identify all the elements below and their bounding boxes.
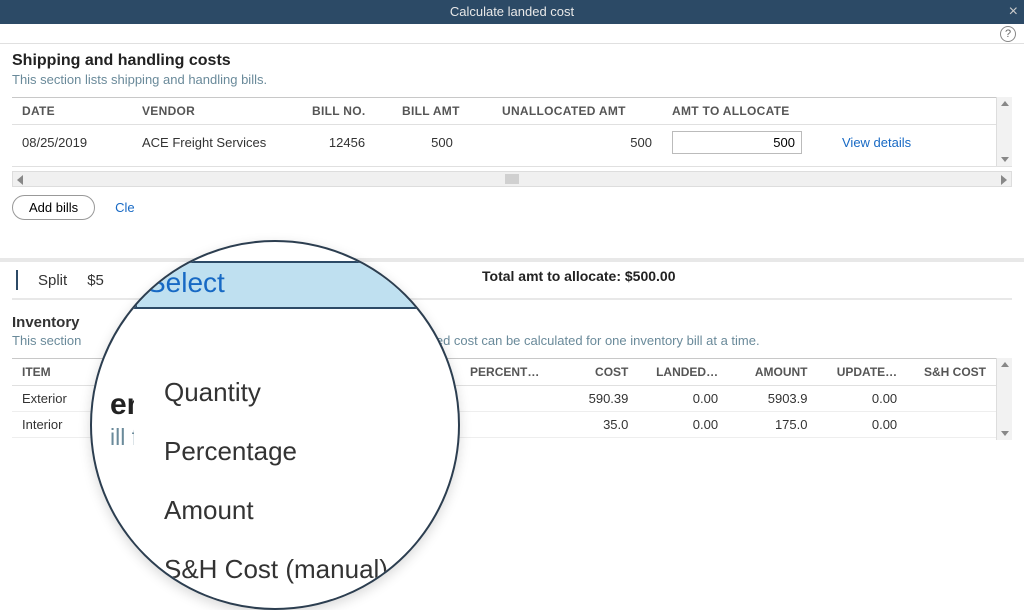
cell-landed: 0.00 [638,386,728,412]
col-vendor: VENDOR [132,98,302,125]
cell-billno: 12456 [302,125,392,161]
toolbar-row: ? [0,24,1024,44]
option-quantity[interactable]: Quantity [134,363,418,422]
option-percentage[interactable]: Percentage [134,422,418,481]
table-row[interactable]: 08/25/2019 ACE Freight Services 12456 50… [12,125,996,161]
cell-landed: 0.00 [638,412,728,438]
cell-update: 0.00 [818,412,908,438]
bills-table-container: DATE VENDOR BILL NO. BILL AMT UNALLOCATE… [12,97,1012,167]
split-label: Split [38,272,67,289]
col-landed: LANDED… [638,359,728,386]
vertical-scrollbar[interactable] [996,358,1012,440]
split-by-dropdown: Quantity Percentage Amount S&H Cost (man… [134,363,418,599]
split-by-select[interactable]: Select [134,261,418,309]
cell-cost: 35.0 [549,412,638,438]
cell-vendor: ACE Freight Services [132,125,302,161]
help-icon[interactable]: ? [1000,26,1016,42]
split-indicator-icon [16,270,18,290]
cell-unalloc: 500 [492,125,662,161]
col-unalloc: UNALLOCATED AMT [492,98,662,125]
cell-billamt: 500 [392,125,492,161]
cell-update: 0.00 [818,386,908,412]
cell-amount: 5903.9 [728,386,817,412]
col-amount: AMOUNT [728,359,817,386]
window-titlebar: Calculate landed cost × [0,0,1024,24]
cell-cost: 590.39 [549,386,638,412]
horizontal-scrollbar[interactable] [12,171,1012,187]
total-allocate-line: Total amt to allocate: $500.00 [482,268,675,284]
col-billamt: BILL AMT [392,98,492,125]
window-title: Calculate landed cost [450,4,574,19]
col-cost: COST [549,359,638,386]
add-bills-button[interactable]: Add bills [12,195,95,220]
select-placeholder: Select [147,267,225,298]
shipping-section-title: Shipping and handling costs [12,52,1012,70]
clear-link[interactable]: Cle [115,200,135,215]
shipping-section-subtitle: This section lists shipping and handling… [12,72,1012,87]
cell-amount: 175.0 [728,412,817,438]
col-update: UPDATE… [818,359,908,386]
close-icon[interactable]: × [1009,0,1018,24]
col-billno: BILL NO. [302,98,392,125]
option-amount[interactable]: Amount [134,481,418,540]
magnifier-overlay: Select ems ill fo Quantity Percentage Am… [90,240,460,610]
col-shcost: S&H COST [907,359,996,386]
cell-amtalloc [662,125,832,161]
col-date: DATE [12,98,132,125]
amt-to-allocate-input[interactable] [672,131,802,154]
view-details-link[interactable]: View details [842,135,911,150]
cell-date: 08/25/2019 [12,125,132,161]
col-percent: PERCENT… [459,359,549,386]
vertical-scrollbar[interactable] [996,97,1012,166]
col-actions [832,98,996,125]
bills-header-row: DATE VENDOR BILL NO. BILL AMT UNALLOCATE… [12,98,996,125]
col-amtalloc: AMT TO ALLOCATE [662,98,832,125]
option-sh-cost-manual[interactable]: S&H Cost (manual) [134,540,418,599]
